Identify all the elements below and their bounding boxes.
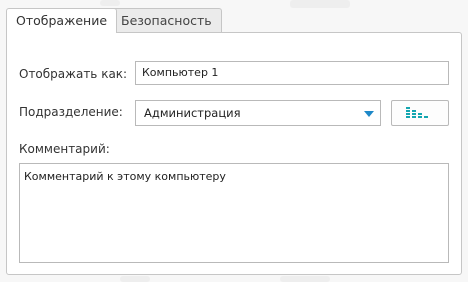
tab-panel-display: Отображать как: Компьютер 1 Подразделени… xyxy=(6,32,462,275)
display-as-label: Отображать как: xyxy=(19,67,128,81)
comment-label: Комментарий: xyxy=(19,142,110,156)
background-shape xyxy=(280,276,330,282)
background-shape xyxy=(120,276,150,282)
dialog: Отображение Безопасность Отображать как:… xyxy=(0,0,468,282)
department-label: Подразделение: xyxy=(19,105,123,119)
department-select-value: Администрация xyxy=(144,106,241,120)
department-tree-button[interactable] xyxy=(391,100,449,126)
chevron-down-icon xyxy=(364,111,374,117)
tab-security[interactable]: Безопасность xyxy=(111,8,222,32)
comment-textarea[interactable]: Комментарий к этому компьютеру xyxy=(19,163,449,263)
tab-display[interactable]: Отображение xyxy=(6,8,118,33)
tree-icon xyxy=(406,107,428,118)
department-select[interactable]: Администрация xyxy=(135,100,381,126)
display-as-field[interactable]: Компьютер 1 xyxy=(135,61,449,85)
background-shape xyxy=(100,0,120,6)
background-shape xyxy=(290,0,350,8)
